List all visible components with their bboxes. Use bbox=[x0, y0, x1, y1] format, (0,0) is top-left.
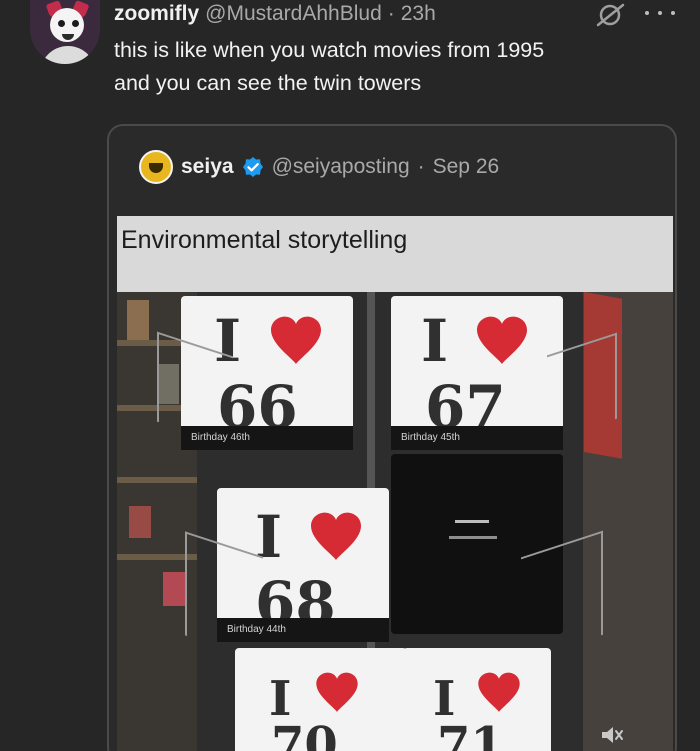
separator: · bbox=[387, 2, 395, 25]
post-text: this is like when you watch movies from … bbox=[114, 38, 545, 95]
card-i: I bbox=[421, 307, 449, 375]
shelf-product bbox=[127, 300, 149, 340]
heart-icon bbox=[271, 316, 321, 364]
heart-icon bbox=[477, 316, 527, 364]
heart-icon bbox=[311, 512, 361, 560]
caption-bar: Environmental storytelling bbox=[117, 216, 673, 292]
author-name[interactable]: zoomifly bbox=[114, 2, 199, 26]
grok-icon[interactable] bbox=[594, 2, 628, 28]
avatar[interactable] bbox=[30, 0, 100, 64]
verified-icon bbox=[242, 157, 263, 177]
avatar-eye-left bbox=[58, 20, 65, 27]
quoted-post-date[interactable]: Sep 26 bbox=[433, 155, 500, 179]
quoted-post-header: seiya @seiyaposting · Sep 26 bbox=[139, 150, 499, 184]
quoted-author-name[interactable]: seiya bbox=[181, 155, 234, 179]
speaker-mute-icon[interactable] bbox=[600, 724, 624, 746]
quoted-avatar[interactable] bbox=[139, 150, 173, 184]
store-photo: I 66 Birthday 46th I 67 Birthday 45th I … bbox=[117, 292, 673, 751]
separator: · bbox=[417, 155, 425, 178]
image-caption: Environmental storytelling bbox=[121, 226, 408, 254]
card-number: 71 bbox=[437, 717, 504, 751]
shelf-product bbox=[163, 572, 185, 606]
post-time[interactable]: 23h bbox=[401, 2, 436, 26]
card-67: I 67 Birthday 45th bbox=[391, 296, 563, 450]
card-70: I 70 bbox=[235, 648, 407, 751]
quoted-author-handle[interactable]: @seiyaposting bbox=[272, 155, 410, 179]
card-number: 70 bbox=[271, 717, 338, 751]
shelf-product bbox=[129, 506, 151, 538]
shelf-line bbox=[117, 477, 197, 483]
heart-icon bbox=[316, 672, 358, 712]
avatar-eye-right bbox=[72, 20, 79, 27]
avatar-body bbox=[40, 46, 96, 64]
heart-icon bbox=[478, 672, 520, 712]
author-handle[interactable]: @MustardAhhBlud bbox=[205, 2, 382, 26]
card-band: Birthday 45th bbox=[391, 426, 563, 450]
card-71: I 71 bbox=[403, 648, 551, 751]
quoted-post[interactable]: seiya @seiyaposting · Sep 26 Environment… bbox=[107, 124, 677, 751]
post-header: zoomifly @MustardAhhBlud · 23h bbox=[114, 1, 436, 27]
more-icon[interactable] bbox=[645, 4, 675, 22]
meme-image[interactable]: Environmental storytelling I 66 Birthday… bbox=[117, 216, 673, 751]
